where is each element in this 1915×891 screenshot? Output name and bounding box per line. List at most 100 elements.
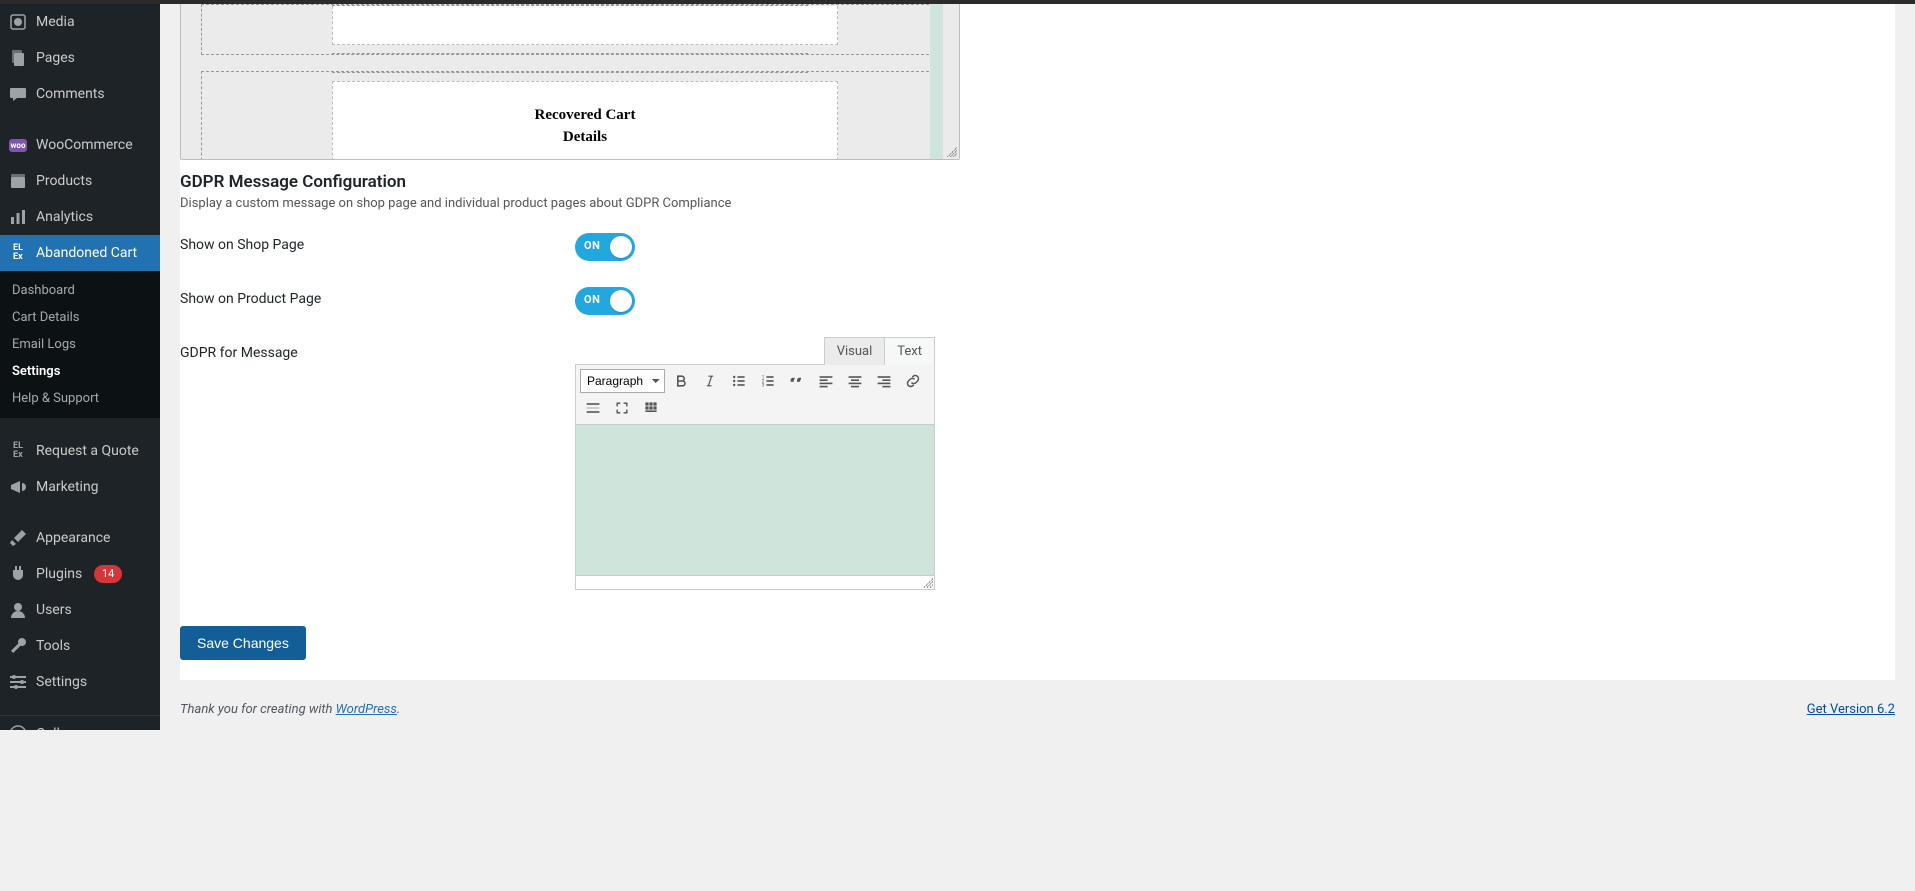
submenu-email-logs[interactable]: Email Logs <box>0 331 160 358</box>
resize-handle-icon[interactable] <box>923 578 933 588</box>
sidebar-label: Tools <box>36 637 70 655</box>
footer-wordpress-link[interactable]: WordPress <box>336 702 397 717</box>
toggle-on-label: ON <box>584 239 600 252</box>
footer-get-version-link[interactable]: Get Version 6.2 <box>1807 702 1895 717</box>
sidebar-item-media: Media <box>0 4 160 40</box>
toggle-show-product[interactable]: ON <box>575 287 635 315</box>
sidebar-label: Users <box>36 601 72 619</box>
sidebar-collapse: Collapse menu <box>0 715 160 730</box>
sidebar-item-appearance: Appearance <box>0 520 160 556</box>
editor-statusbar <box>575 576 935 590</box>
sidebar-separator <box>0 705 160 710</box>
submenu-help[interactable]: Help & Support <box>0 385 160 412</box>
label-show-product: Show on Product Page <box>180 283 575 337</box>
pages-icon <box>8 48 28 68</box>
fullscreen-icon[interactable] <box>609 396 635 420</box>
italic-icon[interactable] <box>697 369 723 393</box>
content-area: Recovered Cart Details GDPR Message Conf… <box>160 4 1915 730</box>
link-icon[interactable] <box>900 369 926 393</box>
template-text: Recovered Cart <box>535 107 636 123</box>
sidebar-item-marketing: Marketing <box>0 469 160 505</box>
megaphone-icon <box>8 477 28 497</box>
editor-tab-visual[interactable]: Visual <box>824 337 886 365</box>
blockquote-icon[interactable] <box>784 369 810 393</box>
sidebar-label: Media <box>36 13 75 31</box>
plugin-icon <box>8 564 28 584</box>
svg-text:3: 3 <box>762 383 765 389</box>
elx-icon: ELEx <box>8 243 28 263</box>
label-gdpr-message: GDPR for Message <box>180 337 575 608</box>
admin-footer: Thank you for creating with WordPress. G… <box>160 680 1915 730</box>
section-desc-gdpr: Display a custom message on shop page an… <box>180 196 960 211</box>
sidebar-item-analytics: Analytics <box>0 199 160 235</box>
editor-format-select[interactable]: Paragraph <box>580 369 665 393</box>
align-left-icon[interactable] <box>813 369 839 393</box>
footer-thanks: Thank you for creating with <box>180 702 336 717</box>
sliders-icon <box>8 672 28 692</box>
bullet-list-icon[interactable] <box>726 369 752 393</box>
align-right-icon[interactable] <box>871 369 897 393</box>
sidebar-item-woocommerce: woo WooCommerce <box>0 127 160 163</box>
sidebar-item-users: Users <box>0 592 160 628</box>
sidebar-item-quote: ELEx Request a Quote <box>0 433 160 469</box>
comments-icon <box>8 84 28 104</box>
section-title-gdpr: GDPR Message Configuration <box>180 172 960 192</box>
sidebar-item-pages: Pages <box>0 40 160 76</box>
editor-content[interactable] <box>575 425 935 576</box>
elx-icon: ELEx <box>8 441 28 461</box>
sidebar-label: Appearance <box>36 529 110 547</box>
sidebar-label: Collapse menu <box>36 725 129 730</box>
toolbar-toggle-icon[interactable] <box>638 396 664 420</box>
editor-tab-text[interactable]: Text <box>884 337 935 365</box>
email-template-editor[interactable]: Recovered Cart Details <box>180 4 960 160</box>
media-icon <box>8 12 28 32</box>
sidebar-label: Comments <box>36 85 105 103</box>
sidebar-item-comments: Comments <box>0 76 160 112</box>
template-recovered-block[interactable]: Recovered Cart Details <box>332 81 838 159</box>
sidebar-label: Abandoned Cart <box>36 244 137 262</box>
gdpr-message-editor: Visual Text Paragraph <box>575 337 935 590</box>
sidebar-item-products: Products <box>0 163 160 199</box>
sidebar-item-settings: Settings <box>0 664 160 700</box>
submenu-dashboard[interactable]: Dashboard <box>0 277 160 304</box>
sidebar-item-plugins: Plugins 14 <box>0 556 160 592</box>
submenu-settings[interactable]: Settings <box>0 358 160 385</box>
wrench-icon <box>8 636 28 656</box>
sidebar-label: Settings <box>36 673 87 691</box>
save-changes-button[interactable]: Save Changes <box>180 626 306 660</box>
products-icon <box>8 171 28 191</box>
sidebar-submenu-abandoned: Dashboard Cart Details Email Logs Settin… <box>0 271 160 418</box>
template-margin-strip <box>930 4 943 159</box>
sidebar-label: Analytics <box>36 208 93 226</box>
analytics-icon <box>8 207 28 227</box>
toggle-knob <box>610 236 632 258</box>
submenu-cart-details[interactable]: Cart Details <box>0 304 160 331</box>
sidebar-separator <box>0 423 160 428</box>
footer-period: . <box>397 702 400 717</box>
sidebar-item-abandoned-cart: ELEx Abandoned Cart <box>0 235 160 271</box>
align-center-icon[interactable] <box>842 369 868 393</box>
admin-sidebar: Media Pages Comments woo WooCommerc <box>0 4 160 730</box>
toggle-show-shop[interactable]: ON <box>575 233 635 261</box>
collapse-icon <box>8 724 28 730</box>
resize-handle-icon[interactable] <box>947 147 957 157</box>
bold-icon[interactable] <box>668 369 694 393</box>
user-icon <box>8 600 28 620</box>
insert-more-icon[interactable] <box>580 396 606 420</box>
template-text: Details <box>563 129 607 145</box>
toggle-knob <box>610 290 632 312</box>
brush-icon <box>8 528 28 548</box>
sidebar-separator <box>0 510 160 515</box>
sidebar-label: Marketing <box>36 478 99 496</box>
woo-icon: woo <box>8 135 28 155</box>
toggle-on-label: ON <box>584 293 600 306</box>
sidebar-label: Plugins <box>36 565 82 583</box>
sidebar-label: WooCommerce <box>36 136 133 154</box>
editor-toolbar: Paragraph 123 <box>575 364 935 425</box>
sidebar-label: Request a Quote <box>36 442 139 460</box>
sidebar-label: Products <box>36 172 92 190</box>
sidebar-label: Pages <box>36 49 75 67</box>
label-show-shop: Show on Shop Page <box>180 229 575 283</box>
plugins-update-badge: 14 <box>94 565 122 583</box>
numbered-list-icon[interactable]: 123 <box>755 369 781 393</box>
